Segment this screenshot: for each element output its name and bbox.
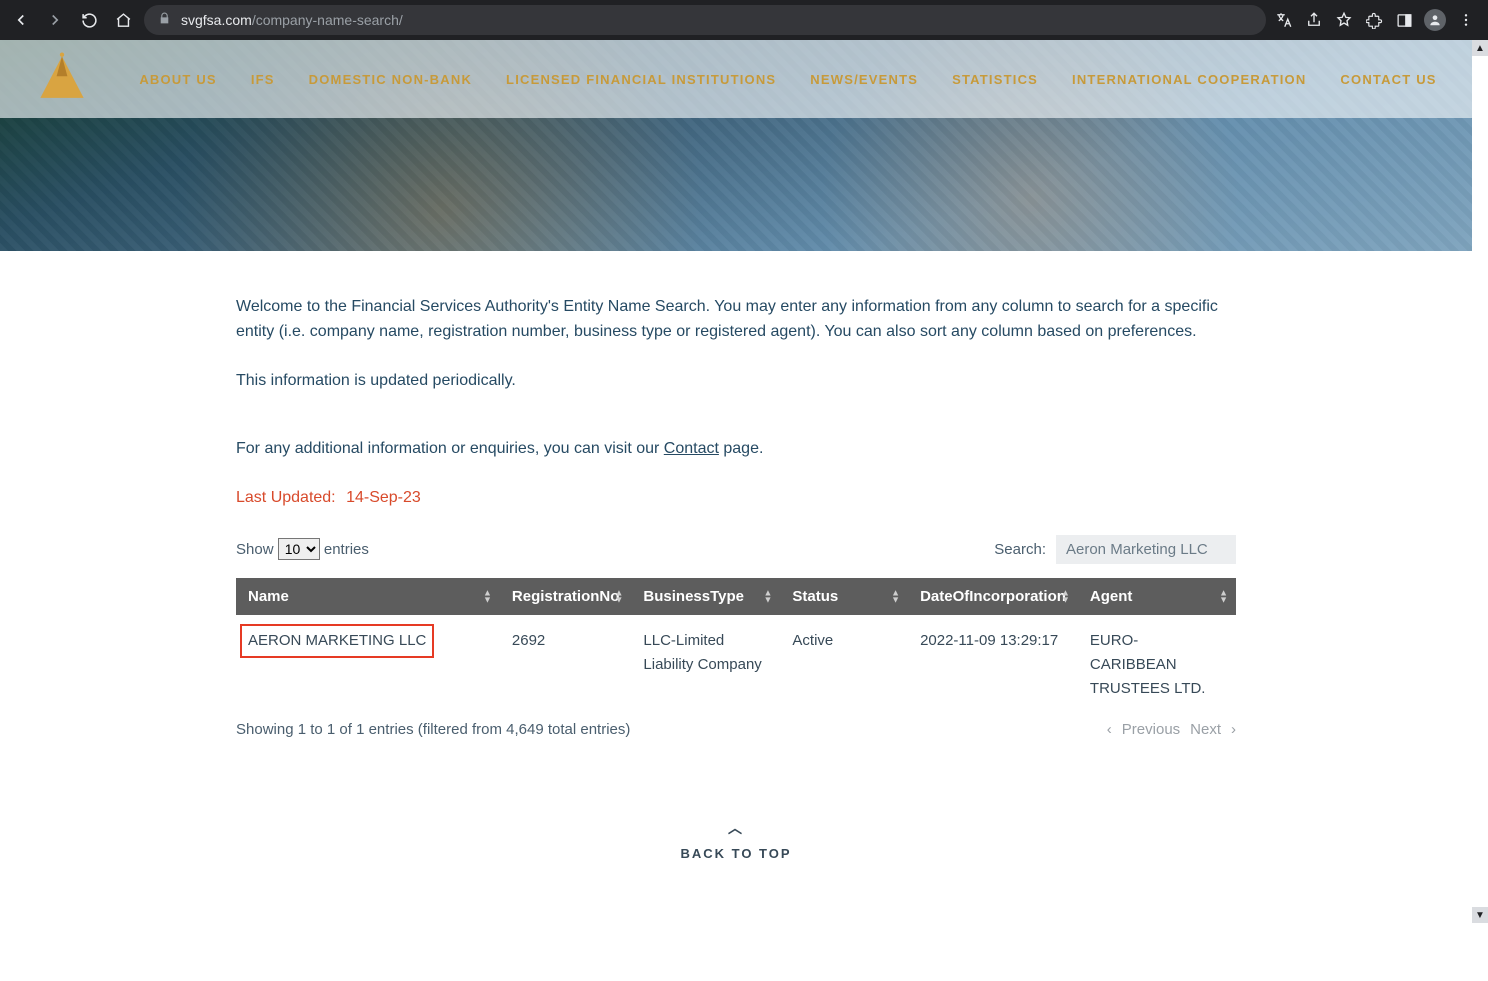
main-content: Welcome to the Financial Services Author… xyxy=(236,251,1236,981)
sort-icon: ▲▼ xyxy=(763,590,772,603)
intro-paragraph-1: Welcome to the Financial Services Author… xyxy=(236,295,1236,345)
cell-businesstype: LLC-Limited Liability Company xyxy=(631,615,780,711)
col-registrationno[interactable]: RegistrationNo ▲▼ xyxy=(500,578,632,615)
sort-icon: ▲▼ xyxy=(483,590,492,603)
chevron-left-icon: ‹ xyxy=(1107,721,1112,738)
col-businesstype-label: BusinessType xyxy=(643,588,744,605)
site-logo[interactable] xyxy=(35,52,89,106)
search-control: Search: xyxy=(994,535,1236,564)
url-domain: svgfsa.com xyxy=(181,12,252,28)
kebab-menu-icon[interactable] xyxy=(1456,10,1476,30)
entries-length-control: Show 10 entries xyxy=(236,538,369,560)
nav-international-cooperation[interactable]: INTERNATIONAL COOPERATION xyxy=(1072,72,1306,87)
sort-icon: ▲▼ xyxy=(1061,590,1070,603)
nav-contact-us[interactable]: CONTACT US xyxy=(1340,72,1436,87)
extensions-icon[interactable] xyxy=(1364,10,1384,30)
intro-paragraph-2: This information is updated periodically… xyxy=(236,369,1236,394)
col-status[interactable]: Status ▲▼ xyxy=(780,578,908,615)
contact-link[interactable]: Contact xyxy=(664,440,719,457)
home-button[interactable] xyxy=(110,7,136,33)
hero-banner: ABOUT US IFS DOMESTIC NON-BANK LICENSED … xyxy=(0,40,1472,251)
sort-icon: ▲▼ xyxy=(891,590,900,603)
last-updated-value: 14-Sep-23 xyxy=(346,489,421,506)
results-table: Name ▲▼ RegistrationNo ▲▼ BusinessType ▲… xyxy=(236,578,1236,711)
nav-domestic-non-bank[interactable]: DOMESTIC NON-BANK xyxy=(309,72,472,87)
cell-dateofincorporation: 2022-11-09 13:29:17 xyxy=(908,615,1078,711)
cell-status: Active xyxy=(780,615,908,711)
bookmark-star-icon[interactable] xyxy=(1334,10,1354,30)
col-name-label: Name xyxy=(248,588,289,605)
table-row: AERON MARKETING LLC 2692 LLC-Limited Lia… xyxy=(236,615,1236,711)
nav-about-us[interactable]: ABOUT US xyxy=(139,72,217,87)
col-name[interactable]: Name ▲▼ xyxy=(236,578,500,615)
col-agent[interactable]: Agent ▲▼ xyxy=(1078,578,1236,615)
back-to-top-label: BACK TO TOP xyxy=(236,846,1236,861)
last-updated-label: Last Updated: xyxy=(236,489,336,506)
nav-statistics[interactable]: STATISTICS xyxy=(952,72,1038,87)
cell-agent: EURO-CARIBBEAN TRUSTEES LTD. xyxy=(1078,615,1236,711)
col-status-label: Status xyxy=(792,588,838,605)
sort-icon: ▲▼ xyxy=(1219,590,1228,603)
entries-select[interactable]: 10 xyxy=(278,538,320,560)
show-label-before: Show xyxy=(236,541,274,558)
pagination: ‹ Previous Next › xyxy=(1107,721,1236,738)
prev-button[interactable]: Previous xyxy=(1122,721,1180,738)
search-input[interactable] xyxy=(1056,535,1236,564)
col-agent-label: Agent xyxy=(1090,588,1133,605)
search-label: Search: xyxy=(994,541,1046,558)
site-header: ABOUT US IFS DOMESTIC NON-BANK LICENSED … xyxy=(0,40,1472,118)
intro-p3-after: page. xyxy=(719,440,763,457)
side-panel-icon[interactable] xyxy=(1394,10,1414,30)
sort-icon: ▲▼ xyxy=(614,590,623,603)
back-to-top[interactable]: ︿ BACK TO TOP xyxy=(236,818,1236,861)
cell-name: AERON MARKETING LLC xyxy=(236,615,500,711)
toolbar-right xyxy=(1274,9,1480,31)
nav-ifs[interactable]: IFS xyxy=(251,72,275,87)
address-bar[interactable]: svgfsa.com/company-name-search/ xyxy=(144,5,1266,35)
url-path: /company-name-search/ xyxy=(252,12,403,28)
next-button[interactable]: Next xyxy=(1190,721,1221,738)
lock-icon xyxy=(158,12,171,28)
scrollbar-down-arrow[interactable]: ▼ xyxy=(1472,907,1488,923)
intro-p3-before: For any additional information or enquir… xyxy=(236,440,664,457)
reload-button[interactable] xyxy=(76,7,102,33)
chevron-up-icon: ︿ xyxy=(236,818,1236,838)
highlighted-name: AERON MARKETING LLC xyxy=(240,624,434,658)
forward-button[interactable] xyxy=(42,7,68,33)
main-nav: ABOUT US IFS DOMESTIC NON-BANK LICENSED … xyxy=(139,72,1436,87)
datatable-controls: Show 10 entries Search: xyxy=(236,535,1236,564)
share-icon[interactable] xyxy=(1304,10,1324,30)
col-dateofincorporation-label: DateOfIncorporation xyxy=(920,588,1066,605)
show-label-after: entries xyxy=(324,541,369,558)
cell-registrationno: 2692 xyxy=(500,615,632,711)
last-updated: Last Updated: 14-Sep-23 xyxy=(236,486,1236,511)
col-businesstype[interactable]: BusinessType ▲▼ xyxy=(631,578,780,615)
nav-licensed-financial-institutions[interactable]: LICENSED FINANCIAL INSTITUTIONS xyxy=(506,72,776,87)
translate-icon[interactable] xyxy=(1274,10,1294,30)
col-registrationno-label: RegistrationNo xyxy=(512,588,620,605)
chevron-right-icon: › xyxy=(1231,721,1236,738)
browser-toolbar: svgfsa.com/company-name-search/ xyxy=(0,0,1488,40)
back-button[interactable] xyxy=(8,7,34,33)
col-dateofincorporation[interactable]: DateOfIncorporation ▲▼ xyxy=(908,578,1078,615)
profile-avatar[interactable] xyxy=(1424,9,1446,31)
nav-news-events[interactable]: NEWS/EVENTS xyxy=(810,72,918,87)
datatable-footer: Showing 1 to 1 of 1 entries (filtered fr… xyxy=(236,721,1236,738)
intro-paragraph-3: For any additional information or enquir… xyxy=(236,437,1236,462)
table-info: Showing 1 to 1 of 1 entries (filtered fr… xyxy=(236,721,630,738)
